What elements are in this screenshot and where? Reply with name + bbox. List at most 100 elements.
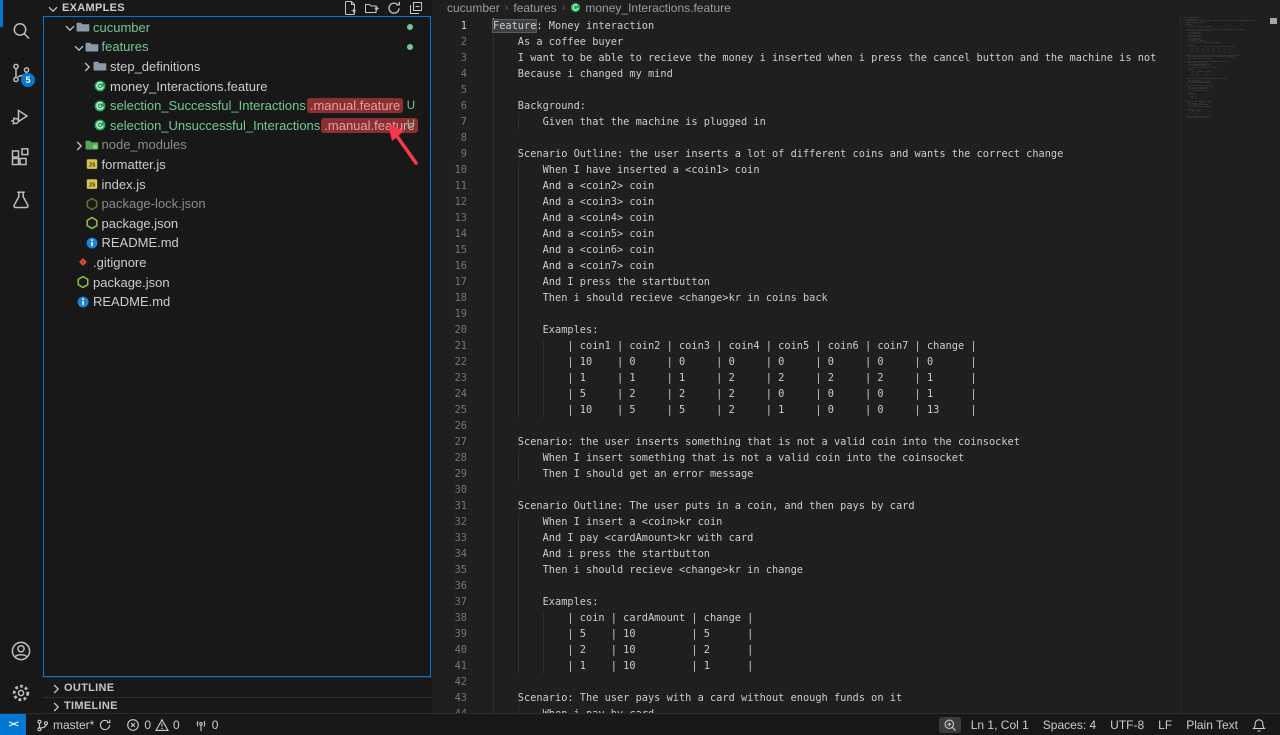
line-number[interactable]: 22 bbox=[432, 354, 467, 370]
line-number[interactable]: 29 bbox=[432, 466, 467, 482]
line-number[interactable]: 24 bbox=[432, 386, 467, 402]
line-number[interactable]: 25 bbox=[432, 402, 467, 418]
line-number[interactable]: 1 bbox=[432, 18, 467, 34]
line-number[interactable]: 3 bbox=[432, 50, 467, 66]
line-number[interactable]: 33 bbox=[432, 530, 467, 546]
code-line: | 1 | 10 | 1 | bbox=[493, 658, 753, 674]
line-number[interactable]: 12 bbox=[432, 194, 467, 210]
line-number[interactable]: 27 bbox=[432, 434, 467, 450]
chevron-down-icon[interactable] bbox=[62, 20, 76, 34]
line-number[interactable]: 28 bbox=[432, 450, 467, 466]
notifications-bell[interactable] bbox=[1248, 718, 1270, 732]
breadcrumb-item[interactable]: features bbox=[513, 1, 556, 15]
indentation[interactable]: Spaces: 4 bbox=[1039, 718, 1100, 732]
line-number[interactable]: 43 bbox=[432, 690, 467, 706]
line-number[interactable]: 5 bbox=[432, 82, 467, 98]
outline-panel-header[interactable]: OUTLINE bbox=[42, 677, 432, 697]
line-number[interactable]: 20 bbox=[432, 322, 467, 338]
chevron-down-icon[interactable] bbox=[71, 40, 85, 54]
tree-item-readme-md[interactable]: README.md bbox=[44, 233, 430, 253]
line-number[interactable]: 31 bbox=[432, 498, 467, 514]
remote-indicator-button[interactable]: >< bbox=[0, 714, 26, 735]
code-editor[interactable]: 1Feature: Money interaction2 As a coffee… bbox=[432, 16, 1180, 713]
code-line: | 10 | 5 | 5 | 2 | 1 | 0 | 0 | 13 | bbox=[493, 402, 977, 418]
refresh-icon[interactable] bbox=[386, 0, 402, 16]
line-number[interactable]: 23 bbox=[432, 370, 467, 386]
git-branch-status[interactable]: master* bbox=[31, 718, 116, 732]
line-number[interactable]: 40 bbox=[432, 642, 467, 658]
line-number[interactable]: 15 bbox=[432, 242, 467, 258]
tree-item-cucumber[interactable]: cucumber bbox=[44, 18, 430, 38]
line-number[interactable]: 2 bbox=[432, 34, 467, 50]
zoom-indicator[interactable] bbox=[939, 717, 961, 733]
tree-item--gitignore[interactable]: .gitignore bbox=[44, 253, 430, 273]
tree-item-step-definitions[interactable]: step_definitions bbox=[44, 57, 430, 77]
run-debug-icon[interactable] bbox=[9, 104, 33, 128]
line-number[interactable]: 38 bbox=[432, 610, 467, 626]
minimap[interactable]: Feature: Money interaction As a coffee b… bbox=[1180, 16, 1268, 713]
vscode-window: 5 EXAMPLES cucumberfeaturesstep_definiti… bbox=[0, 0, 1280, 735]
timeline-panel-header[interactable]: TIMELINE bbox=[42, 697, 432, 713]
ports-status[interactable]: 0 bbox=[190, 718, 223, 732]
cursor-position[interactable]: Ln 1, Col 1 bbox=[967, 718, 1033, 732]
new-file-icon[interactable] bbox=[342, 0, 358, 16]
tree-item-formatter-js[interactable]: JSformatter.js bbox=[44, 155, 430, 175]
line-number[interactable]: 7 bbox=[432, 114, 467, 130]
tree-item-package-lock-json[interactable]: package-lock.json bbox=[44, 194, 430, 214]
search-icon[interactable] bbox=[9, 19, 33, 43]
line-number[interactable]: 18 bbox=[432, 290, 467, 306]
code-line: Scenario: The user pays with a card with… bbox=[493, 690, 902, 706]
collapse-all-icon[interactable] bbox=[408, 0, 424, 16]
line-number[interactable]: 34 bbox=[432, 546, 467, 562]
line-number[interactable]: 10 bbox=[432, 162, 467, 178]
account-icon[interactable] bbox=[9, 639, 33, 663]
line-number[interactable]: 37 bbox=[432, 594, 467, 610]
line-number[interactable]: 35 bbox=[432, 562, 467, 578]
tree-item-selection-successful-interactions[interactable]: selection_Successful_Interactions.manual… bbox=[44, 96, 430, 116]
line-number[interactable]: 39 bbox=[432, 626, 467, 642]
tree-item-money-interactions-feature[interactable]: money_Interactions.feature bbox=[44, 76, 430, 96]
testing-icon[interactable] bbox=[9, 189, 33, 213]
chevron-spacer bbox=[79, 118, 93, 132]
overview-ruler-scrollbar[interactable] bbox=[1268, 16, 1280, 713]
chevron-right-icon[interactable] bbox=[79, 59, 93, 73]
line-number[interactable]: 9 bbox=[432, 146, 467, 162]
chevron-spacer bbox=[62, 255, 76, 269]
language-mode[interactable]: Plain Text bbox=[1182, 718, 1242, 732]
line-number[interactable]: 13 bbox=[432, 210, 467, 226]
tree-item-package-json[interactable]: package.json bbox=[44, 214, 430, 234]
line-number[interactable]: 16 bbox=[432, 258, 467, 274]
line-number[interactable]: 36 bbox=[432, 578, 467, 594]
line-number[interactable]: 21 bbox=[432, 338, 467, 354]
line-number[interactable]: 30 bbox=[432, 482, 467, 498]
chevron-right-icon[interactable] bbox=[71, 138, 85, 152]
breadcrumb-item[interactable]: money_Interactions.feature bbox=[570, 1, 730, 15]
eol-sequence[interactable]: LF bbox=[1154, 718, 1176, 732]
breadcrumb-item[interactable]: cucumber bbox=[447, 1, 500, 15]
line-number[interactable]: 19 bbox=[432, 306, 467, 322]
line-number[interactable]: 42 bbox=[432, 674, 467, 690]
line-number[interactable]: 6 bbox=[432, 98, 467, 114]
problems-status[interactable]: 00 bbox=[122, 718, 183, 732]
encoding-label: UTF-8 bbox=[1110, 718, 1144, 732]
line-number[interactable]: 26 bbox=[432, 418, 467, 434]
gear-icon[interactable] bbox=[9, 681, 33, 705]
line-number[interactable]: 11 bbox=[432, 178, 467, 194]
tree-item-readme-md[interactable]: README.md bbox=[44, 292, 430, 312]
line-number[interactable]: 17 bbox=[432, 274, 467, 290]
chevron-down-icon[interactable] bbox=[45, 1, 59, 15]
line-number[interactable]: 8 bbox=[432, 130, 467, 146]
encoding[interactable]: UTF-8 bbox=[1106, 718, 1148, 732]
tree-item-package-json[interactable]: package.json bbox=[44, 272, 430, 292]
new-folder-icon[interactable] bbox=[364, 0, 380, 16]
tree-item-node-modules[interactable]: node_modules bbox=[44, 135, 430, 155]
tree-item-index-js[interactable]: JSindex.js bbox=[44, 174, 430, 194]
extensions-icon[interactable] bbox=[9, 146, 33, 170]
line-number[interactable]: 44 bbox=[432, 706, 467, 713]
line-number[interactable]: 14 bbox=[432, 226, 467, 242]
line-number[interactable]: 41 bbox=[432, 658, 467, 674]
line-number[interactable]: 32 bbox=[432, 514, 467, 530]
tree-item-features[interactable]: features bbox=[44, 37, 430, 57]
tree-item-selection-unsuccessful-interactions[interactable]: selection_Unsuccessful_Interactions.manu… bbox=[44, 116, 430, 136]
line-number[interactable]: 4 bbox=[432, 66, 467, 82]
